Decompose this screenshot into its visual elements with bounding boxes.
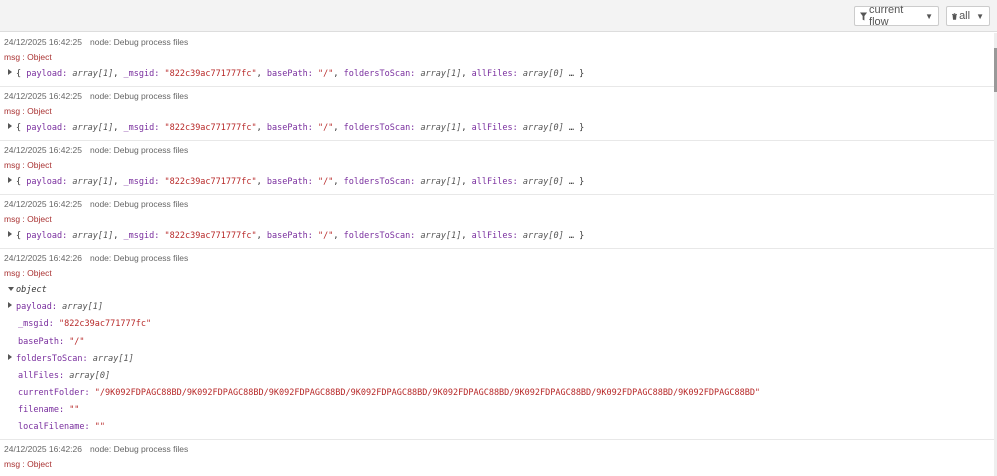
message-meta: 24/12/2025 16:42:25 node: Debug process f… [4,145,188,155]
node-link[interactable]: node: Debug process files [90,199,188,209]
prop-msgid: _msgid: "822c39ac771777fc" [18,319,152,329]
timestamp: 24/12/2025 16:42:26 [4,444,82,454]
caret-down-icon: ▼ [925,11,933,21]
message-topic: msg : Object [4,268,52,278]
prop-currentfolder: currentFolder: "/9K092FDPAGC88BD/9K092FD… [18,388,761,398]
expand-icon[interactable] [8,177,12,183]
debug-message-expanded: 24/12/2025 16:42:26 node: Debug process f… [0,249,994,440]
collapse-icon[interactable] [8,287,14,291]
timestamp: 24/12/2025 16:42:26 [4,253,82,263]
message-topic: msg : Object [4,160,52,170]
expand-icon[interactable] [8,354,12,360]
message-meta: 24/12/2025 16:42:25 node: Debug process f… [4,37,188,47]
clear-dropdown[interactable]: all ▼ [946,6,990,26]
message-meta: 24/12/2025 16:42:26 node: Debug process f… [4,444,188,454]
filter-icon [860,12,868,20]
debug-message: 24/12/2025 16:42:26 node: Debug process f… [0,440,994,476]
node-link[interactable]: node: Debug process files [90,37,188,47]
message-summary[interactable]: { payload: array[1], _msgid: "822c39ac77… [8,69,584,79]
message-summary[interactable]: { payload: array[1], _msgid: "822c39ac77… [8,123,584,133]
node-link[interactable]: node: Debug process files [90,253,188,263]
timestamp: 24/12/2025 16:42:25 [4,91,82,101]
expand-icon[interactable] [8,231,12,237]
prop-localfilename: localFilename: "" [18,422,106,432]
debug-toolbar: current flow ▼ all ▼ [0,0,997,32]
message-summary[interactable]: { payload: array[1], _msgid: "822c39ac77… [8,177,584,187]
node-link[interactable]: node: Debug process files [90,444,188,454]
debug-message: 24/12/2025 16:42:25 node: Debug process f… [0,33,994,87]
prop-filename: filename: "" [18,405,80,415]
prop-basepath: basePath: "/" [18,337,85,347]
expand-icon[interactable] [8,123,12,129]
message-topic: msg : Object [4,459,52,469]
message-topic: msg : Object [4,52,52,62]
trash-icon [952,12,958,20]
timestamp: 24/12/2025 16:42:25 [4,145,82,155]
message-summary[interactable]: { payload: array[1], _msgid: "822c39ac77… [8,231,584,241]
expand-icon[interactable] [8,302,12,308]
timestamp: 24/12/2025 16:42:25 [4,37,82,47]
filter-dropdown[interactable]: current flow ▼ [854,4,939,28]
prop-payload[interactable]: payload: array[1] [8,302,103,312]
prop-allfiles: allFiles: array[0] [18,371,111,381]
message-topic: msg : Object [4,106,52,116]
debug-message: 24/12/2025 16:42:25 node: Debug process f… [0,141,994,195]
message-meta: 24/12/2025 16:42:26 node: Debug process f… [4,253,188,263]
message-meta: 24/12/2025 16:42:25 node: Debug process f… [4,91,188,101]
expand-icon[interactable] [8,69,12,75]
node-link[interactable]: node: Debug process files [90,145,188,155]
caret-down-icon: ▼ [976,11,984,21]
timestamp: 24/12/2025 16:42:25 [4,199,82,209]
message-topic: msg : Object [4,214,52,224]
prop-folderstoscan[interactable]: foldersToScan: array[1] [8,354,134,364]
debug-message-list: 24/12/2025 16:42:25 node: Debug process f… [0,33,994,476]
filter-label: current flow [869,4,904,28]
node-link[interactable]: node: Debug process files [90,91,188,101]
message-meta: 24/12/2025 16:42:25 node: Debug process f… [4,199,188,209]
object-toggle[interactable]: object [8,285,47,295]
debug-message: 24/12/2025 16:42:25 node: Debug process f… [0,195,994,249]
debug-message: 24/12/2025 16:42:25 node: Debug process f… [0,87,994,141]
clear-label: all [959,10,971,22]
